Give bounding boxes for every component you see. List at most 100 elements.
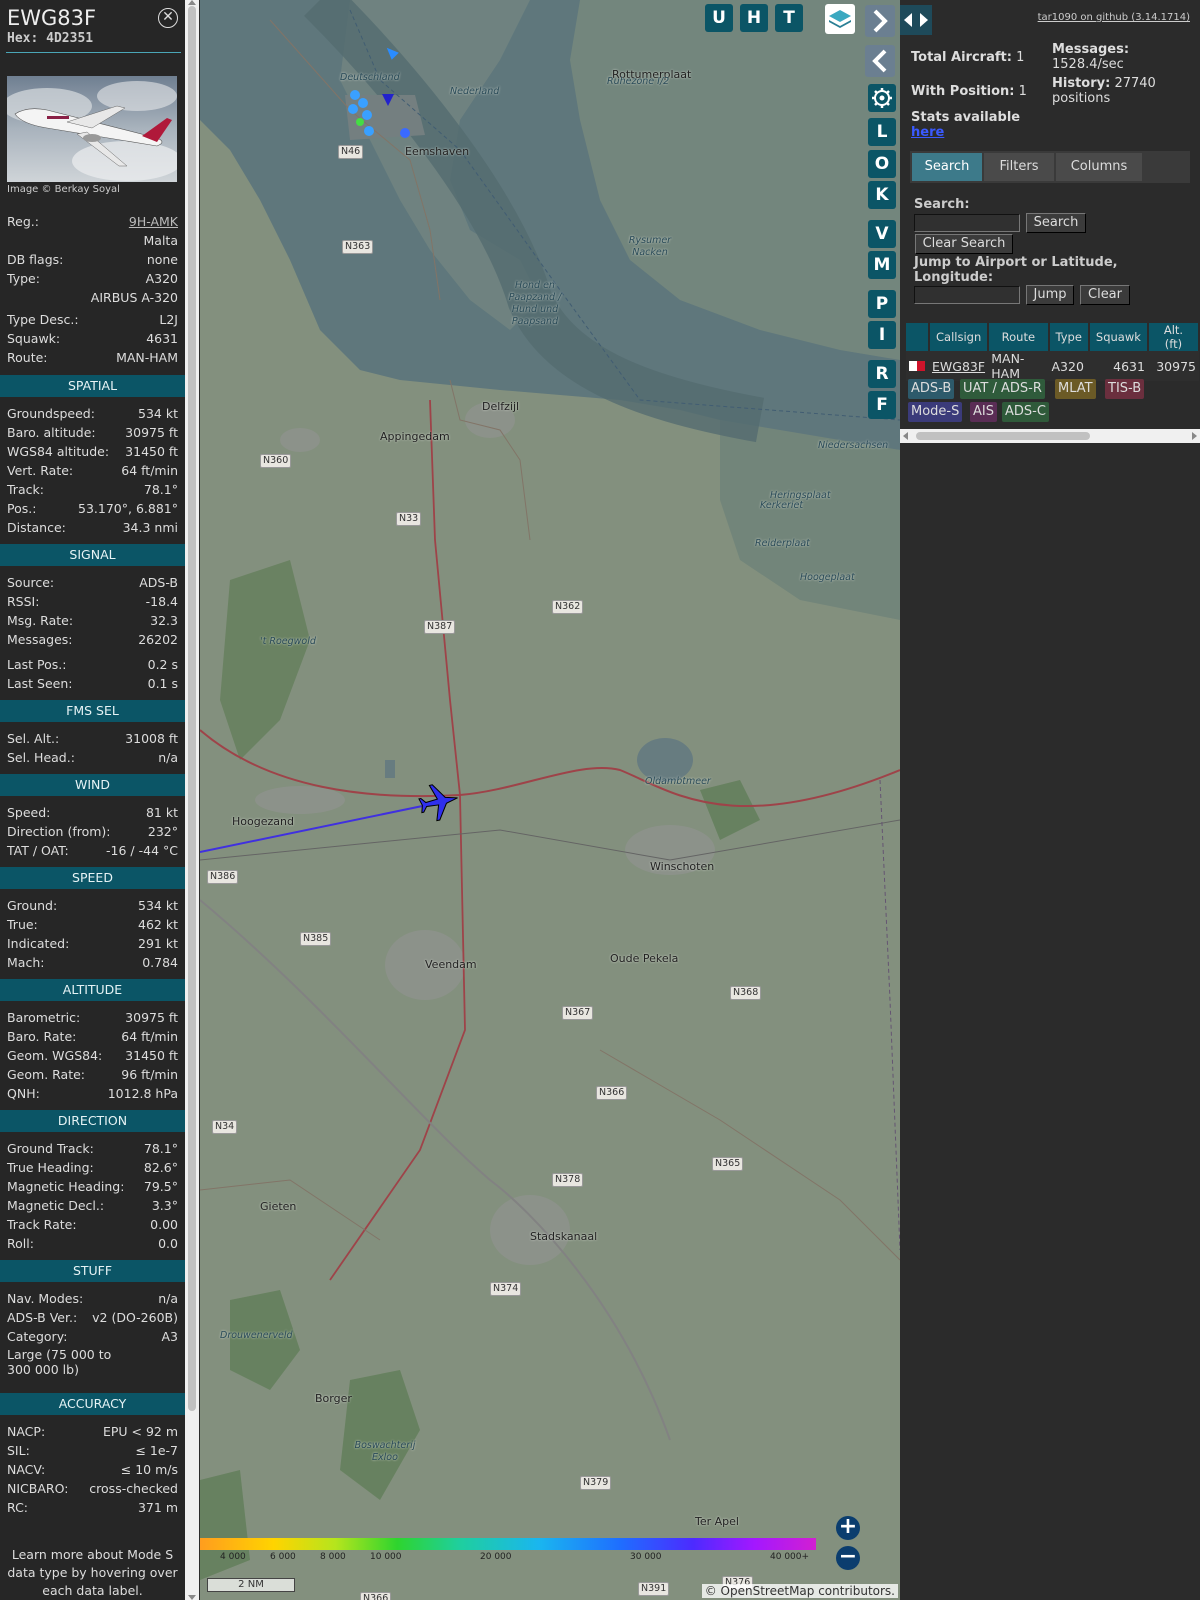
map-place-label: Oude Pekela (610, 952, 679, 965)
scrollbar-thumb[interactable] (916, 432, 1090, 440)
tab-filters[interactable]: Filters (984, 153, 1054, 181)
source-chip-tis-b[interactable]: TIS-B (1105, 379, 1145, 399)
source-chip-ais[interactable]: AIS (970, 402, 997, 422)
table-horizontal-scrollbar[interactable] (900, 429, 1200, 443)
info-label: Nav. Modes: (7, 1291, 84, 1306)
toggle-h-button[interactable]: H (740, 4, 768, 32)
column-type[interactable]: Type (1048, 323, 1090, 351)
detail-value[interactable]: 9H-AMK (129, 213, 178, 231)
expand-sidebar-button[interactable] (865, 5, 895, 37)
info-value: 0.00 (150, 1217, 178, 1232)
info-value: 0.784 (142, 955, 178, 970)
source-chip-mode-s[interactable]: Mode-S (908, 402, 963, 422)
info-row: Magnetic Decl.: 3.3° (7, 1197, 178, 1215)
zoom-in-button[interactable]: + (836, 1516, 860, 1540)
info-row: Roll: 0.0 (7, 1235, 178, 1253)
info-row: RSSI: -18.4 (7, 593, 178, 611)
source-chip-ads-b[interactable]: ADS-B (908, 379, 955, 399)
section-header-spatial[interactable]: SPATIAL (0, 375, 185, 397)
map-view[interactable]: Deutschland Nederland Eemshaven Rottumerpla… (200, 0, 900, 1600)
road-label: N386 (207, 870, 239, 884)
column-route[interactable]: Route (988, 323, 1050, 351)
section-header-altitude[interactable]: ALTITUDE (0, 979, 185, 1001)
scroll-right-arrow-icon[interactable] (1192, 432, 1197, 440)
column-callsign[interactable]: Callsign (929, 323, 990, 351)
jump-button[interactable]: Jump (1026, 285, 1074, 305)
map-place-label: Winschoten (650, 860, 715, 873)
toggle-f-button[interactable]: F (868, 391, 896, 419)
scrollbar-thumb[interactable] (188, 6, 196, 1411)
clear-button[interactable]: Clear (1080, 285, 1130, 305)
road-label: N366 (596, 1086, 628, 1100)
aircraft-photo[interactable] (7, 76, 177, 182)
toggle-panel-button[interactable] (900, 5, 932, 35)
info-row: Large (75 000 to 300 000 lb) (7, 1347, 178, 1383)
toggle-u-button[interactable]: U (705, 4, 733, 32)
info-value: ADS-B (139, 575, 178, 590)
info-value: EPU < 92 m (102, 1424, 178, 1439)
section-header-direction[interactable]: DIRECTION (0, 1110, 185, 1132)
table-row[interactable]: EWG83F MAN-HAM A320 4631 30975 (906, 351, 1199, 381)
source-chip-uat-ads-r[interactable]: UAT / ADS-R (960, 379, 1045, 399)
source-chip-ads-c[interactable]: ADS-C (1002, 402, 1049, 422)
detail-value: none (146, 252, 178, 267)
image-credit: Image © Berkay Soyal (7, 184, 120, 195)
toggle-i-button[interactable]: I (868, 321, 896, 349)
section-header-accuracy[interactable]: ACCURACY (0, 1393, 185, 1415)
toggle-o-button[interactable]: O (868, 150, 896, 178)
info-value: A3 (161, 1329, 178, 1344)
info-value: 0.2 s (147, 657, 178, 672)
section-header-stuff[interactable]: STUFF (0, 1260, 185, 1282)
info-value: 462 kt (138, 917, 178, 932)
layers-button[interactable] (825, 4, 855, 34)
toggle-v-button[interactable]: V (868, 220, 896, 248)
section-header-fms-sel[interactable]: FMS SEL (0, 700, 185, 722)
info-row: Track: 78.1° (7, 481, 178, 499)
map-attribution[interactable]: © OpenStreetMap contributors. (701, 1584, 898, 1598)
section-header-wind[interactable]: WIND (0, 774, 185, 796)
toggle-p-button[interactable]: P (868, 290, 896, 318)
clear-search-button[interactable]: Clear Search (915, 234, 1013, 254)
jump-input[interactable] (914, 286, 1020, 304)
section-header-speed[interactable]: SPEED (0, 867, 185, 889)
scroll-up-arrow-icon[interactable] (188, 0, 196, 5)
map-place-label: Borger (315, 1392, 352, 1405)
info-value: 31450 ft (125, 1048, 178, 1063)
stats-here-link[interactable]: here (911, 125, 944, 140)
flag-column-header[interactable] (906, 323, 930, 351)
map-place-label: Appingedam (380, 430, 450, 443)
github-link[interactable]: tar1090 on github (3.14.1714) (1038, 12, 1190, 23)
tab-columns[interactable]: Columns (1056, 153, 1142, 181)
detail-label: DB flags: (7, 252, 64, 267)
toggle-k-button[interactable]: K (868, 181, 896, 209)
toggle-l-button[interactable]: L (868, 118, 896, 146)
info-label: Direction (from): (7, 824, 111, 839)
aircraft-markers-cluster[interactable] (344, 90, 414, 140)
selected-aircraft-marker[interactable] (416, 780, 460, 824)
search-input[interactable] (914, 214, 1020, 232)
collapse-sidebar-button[interactable] (865, 45, 895, 77)
close-icon[interactable]: ✕ (158, 8, 178, 28)
info-row: Messages: 26202 (7, 631, 178, 649)
search-button[interactable]: Search (1026, 213, 1086, 233)
info-label: Track: (7, 482, 44, 497)
info-label: NACV: (7, 1462, 46, 1477)
source-chip-mlat[interactable]: MLAT (1055, 379, 1096, 399)
section-header-signal[interactable]: SIGNAL (0, 544, 185, 566)
toggle-t-button[interactable]: T (775, 4, 803, 32)
scroll-down-arrow-icon[interactable] (188, 1595, 196, 1600)
info-label: Large (75 000 to 300 000 lb) (7, 1347, 112, 1377)
scroll-left-arrow-icon[interactable] (903, 432, 908, 440)
toggle-m-button[interactable]: M (868, 251, 896, 279)
column-altitude[interactable]: Alt. (ft) (1147, 323, 1200, 351)
row-callsign[interactable]: EWG83F (929, 351, 989, 381)
tab-search[interactable]: Search (912, 153, 982, 181)
settings-button[interactable] (868, 84, 896, 112)
info-value: 0.1 s (147, 676, 178, 691)
info-label: Category: (7, 1329, 68, 1344)
left-panel-scrollbar[interactable] (185, 0, 199, 1600)
info-label: Geom. Rate: (7, 1067, 86, 1082)
zoom-out-button[interactable]: − (836, 1546, 860, 1570)
column-squawk[interactable]: Squawk (1088, 323, 1149, 351)
toggle-r-button[interactable]: R (868, 360, 896, 388)
